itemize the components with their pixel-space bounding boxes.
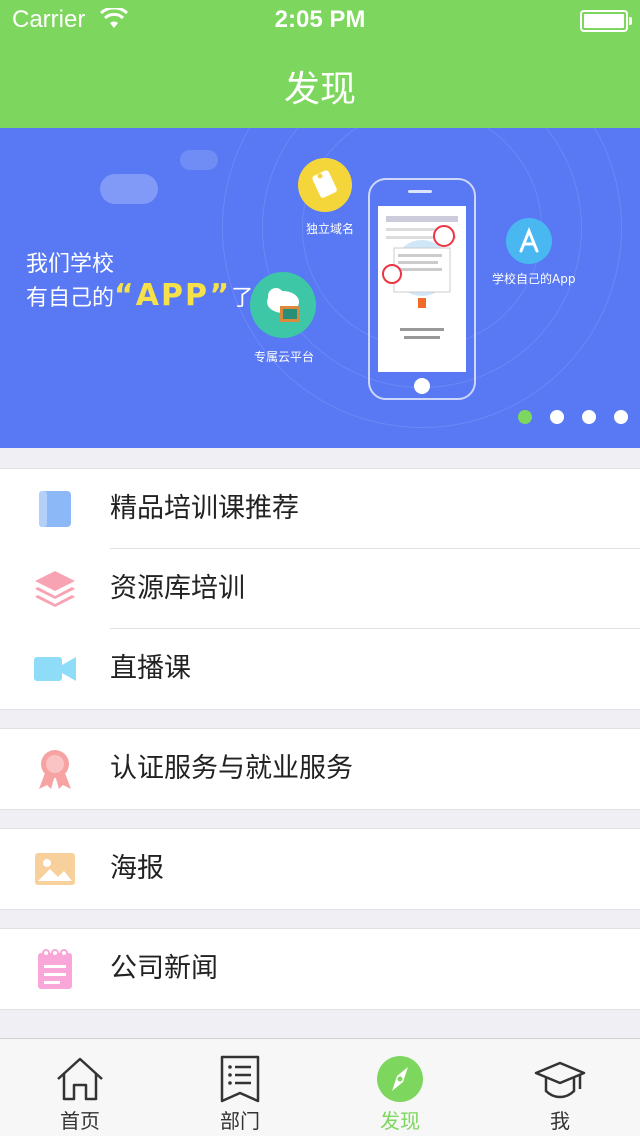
page-dot[interactable] <box>582 410 596 424</box>
badge-label-domain: 独立域名 <box>306 222 355 236</box>
badge-label-cloud: 专属云平台 <box>254 350 315 364</box>
menu-item-certification-services[interactable]: 认证服务与就业服务 <box>0 729 640 809</box>
tab-label: 首页 <box>60 1109 100 1133</box>
banner-headline: 我们学校 <box>26 252 115 277</box>
promo-banner[interactable]: 我们学校 有自己的“APP”了 独立域名 专属云平台 学校自己的App <box>0 128 640 448</box>
menu-item-posters[interactable]: 海报 <box>0 829 640 909</box>
battery-icon <box>580 10 632 32</box>
menu-item-label: 资源库培训 <box>110 573 245 604</box>
award-ribbon-icon <box>39 750 71 789</box>
tab-label: 发现 <box>380 1109 420 1133</box>
menu-group-services: 认证服务与就业服务 <box>0 728 640 810</box>
layers-icon <box>35 571 75 607</box>
cloud-icon <box>100 174 158 204</box>
menu-item-label: 直播课 <box>110 653 191 684</box>
phone-illustration <box>368 178 476 400</box>
book-icon <box>39 491 71 527</box>
menu-item-label: 海报 <box>110 853 164 884</box>
page-title: 发现 <box>283 69 356 110</box>
menu-item-label: 精品培训课推荐 <box>110 493 299 524</box>
status-time: 2:05 PM <box>274 6 366 33</box>
menu-item-label: 公司新闻 <box>110 953 218 984</box>
tab-department[interactable]: 部门 <box>160 1039 320 1136</box>
image-icon <box>35 853 75 885</box>
cloud-platform-icon <box>250 272 316 338</box>
cloud-icon <box>180 150 218 170</box>
tab-label: 我 <box>550 1109 570 1133</box>
top-bar: Carrier 2:05 PM 发现 <box>0 0 640 128</box>
status-bar: Carrier 2:05 PM <box>0 0 640 40</box>
tab-me[interactable]: 我 <box>480 1039 640 1136</box>
menu-group-news: 公司新闻 <box>0 928 640 1010</box>
menu-item-live-class[interactable]: 直播课 <box>0 629 640 709</box>
banner-subline: 有自己的“APP”了 <box>26 278 254 313</box>
tab-label: 部门 <box>220 1109 260 1133</box>
page-dot-active[interactable] <box>518 410 532 424</box>
graduation-cap-icon <box>534 1061 586 1099</box>
menu-item-company-news[interactable]: 公司新闻 <box>0 929 640 1009</box>
home-icon <box>57 1057 103 1101</box>
badge-label-app: 学校自己的App <box>492 272 576 286</box>
video-camera-icon <box>34 657 76 681</box>
document-list-icon <box>220 1055 260 1103</box>
tab-home[interactable]: 首页 <box>0 1039 160 1136</box>
page-dot[interactable] <box>614 410 628 424</box>
menu-item-featured-courses[interactable]: 精品培训课推荐 <box>0 469 640 549</box>
menu-item-label: 认证服务与就业服务 <box>110 753 353 784</box>
compass-icon <box>377 1056 423 1102</box>
tab-bar: 首页 部门 发现 我 <box>0 1038 640 1136</box>
tab-discover[interactable]: 发现 <box>320 1039 480 1136</box>
menu-item-resource-training[interactable]: 资源库培训 <box>0 549 640 629</box>
banner-app-highlight: “APP” <box>114 278 232 313</box>
page-indicator[interactable] <box>518 410 628 424</box>
menu-group-posters: 海报 <box>0 828 640 910</box>
app-store-icon <box>506 218 552 264</box>
page-dot[interactable] <box>550 410 564 424</box>
menu-group-courses: 精品培训课推荐 资源库培训 直播课 <box>0 468 640 710</box>
notepad-icon <box>38 949 72 989</box>
tag-icon <box>298 158 352 212</box>
